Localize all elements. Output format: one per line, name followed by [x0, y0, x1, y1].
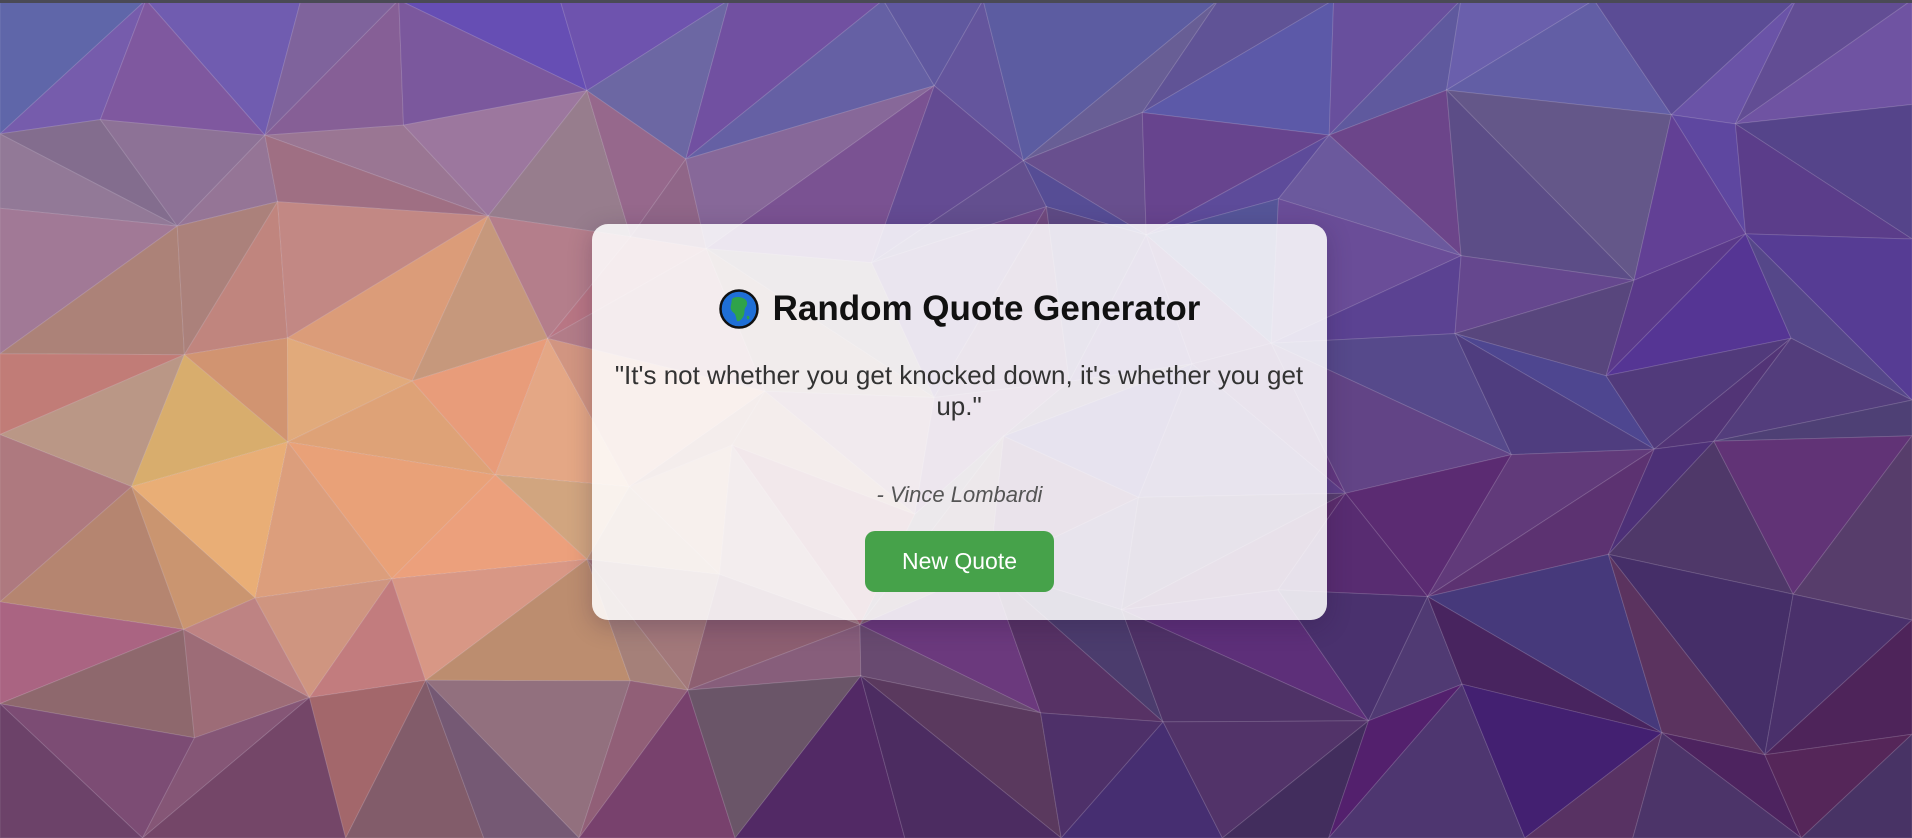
page-title: Random Quote Generator	[592, 289, 1327, 329]
quote-author: - Vince Lombardi	[876, 482, 1043, 507]
window-top-border	[0, 0, 1912, 3]
new-quote-button[interactable]: New Quote	[865, 531, 1054, 592]
quote-card: Random Quote Generator "It's not whether…	[592, 224, 1327, 620]
page-title-text: Random Quote Generator	[772, 289, 1201, 328]
quote-text: "It's not whether you get knocked down, …	[614, 360, 1304, 421]
globe-africa-icon	[718, 289, 759, 329]
